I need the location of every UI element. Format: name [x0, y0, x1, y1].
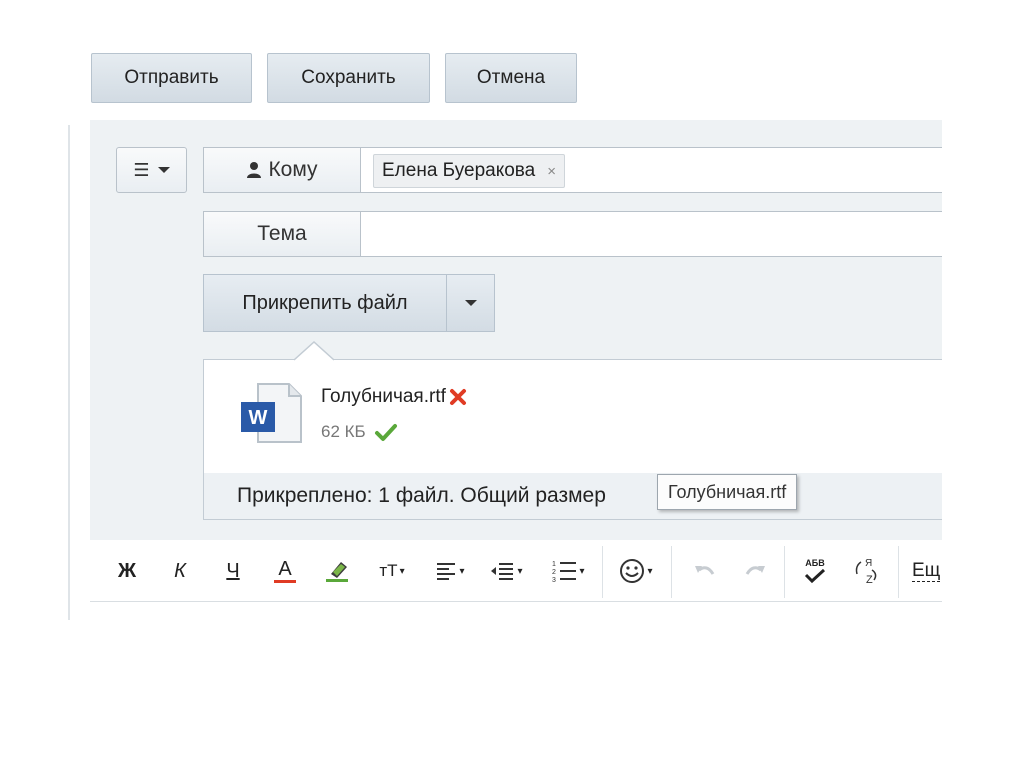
check-icon — [804, 568, 826, 584]
chevron-down-icon: ▾ — [517, 565, 523, 577]
attachments-summary-text: Прикреплено: 1 файл. Общий размер — [237, 484, 606, 507]
chevron-down-icon: ▾ — [647, 565, 653, 577]
svg-text:W: W — [249, 407, 268, 429]
toolbar-separator — [898, 546, 899, 598]
chevron-down-icon: ▾ — [579, 565, 585, 577]
left-border-line — [68, 125, 70, 620]
chevron-down-icon: ▾ — [399, 565, 405, 577]
file-name-text: Голубничая.rtf — [321, 386, 446, 407]
chevron-down-icon — [464, 300, 477, 306]
redo-button[interactable] — [738, 540, 772, 602]
more-label: Ещ — [912, 559, 941, 582]
cancel-button[interactable]: Отмена — [445, 53, 577, 103]
redo-icon — [745, 566, 765, 575]
delete-file-icon[interactable] — [448, 387, 468, 407]
chevron-down-icon — [157, 167, 170, 173]
svg-text:2: 2 — [552, 569, 556, 576]
fields-menu-button[interactable]: ☰ — [116, 147, 187, 193]
recipient-name: Елена Буеракова — [382, 160, 536, 181]
toolbar-separator — [784, 546, 785, 598]
underline-label: Ч — [226, 559, 240, 582]
numbered-list-icon: 123 — [552, 561, 577, 583]
list-button[interactable]: 123 ▾ — [546, 540, 590, 602]
underline-button[interactable]: Ч — [218, 540, 248, 602]
highlighter-icon — [326, 562, 348, 582]
spellcheck-button[interactable]: АБВ — [792, 540, 838, 602]
file-size-text: 62 КБ — [321, 422, 366, 441]
send-button[interactable]: Отправить — [91, 53, 252, 103]
user-icon — [247, 162, 262, 178]
chevron-down-icon: ▾ — [459, 565, 465, 577]
font-color-button[interactable]: А — [268, 540, 302, 602]
transliterate-icon: Я Z — [855, 558, 877, 586]
svg-text:3: 3 — [552, 577, 556, 583]
recipient-chip: Елена Буеракова × — [373, 154, 566, 188]
indent-icon — [491, 563, 514, 580]
remove-recipient-icon[interactable]: × — [547, 163, 556, 180]
check-icon — [374, 424, 397, 441]
italic-button[interactable]: К — [165, 540, 195, 602]
toolbar-separator — [671, 546, 672, 598]
file-tooltip: Голубничая.rtf — [657, 474, 798, 510]
align-left-icon — [437, 563, 456, 580]
to-button[interactable]: Кому — [203, 147, 361, 193]
file-name: Голубничая.rtf — [321, 386, 468, 408]
highlight-button[interactable] — [320, 540, 354, 602]
italic-label: К — [174, 559, 186, 582]
file-size: 62 КБ — [321, 422, 398, 442]
svg-text:Я: Я — [865, 558, 872, 569]
tooltip-text: Голубничая.rtf — [668, 481, 787, 502]
popover-arrow — [294, 341, 334, 361]
bold-label: Ж — [117, 559, 137, 582]
undo-icon — [695, 566, 715, 575]
subject-input[interactable] — [360, 211, 942, 257]
font-size-label: тТ — [379, 561, 398, 580]
svg-text:1: 1 — [552, 561, 556, 568]
recipients-field[interactable]: Елена Буеракова × — [360, 147, 942, 193]
to-label: Кому — [268, 158, 318, 181]
emoji-button[interactable]: ▾ — [612, 540, 660, 602]
subject-label-text: Тема — [257, 222, 307, 245]
attach-dropdown-button[interactable] — [446, 274, 495, 332]
smiley-icon — [620, 559, 645, 583]
align-button[interactable]: ▾ — [430, 540, 470, 602]
menu-icon: ☰ — [133, 159, 150, 180]
attachments-summary: Прикреплено: 1 файл. Общий размер — [204, 473, 942, 519]
word-file-icon: W — [241, 383, 302, 443]
font-color-label: А — [278, 558, 292, 580]
bold-button[interactable]: Ж — [112, 540, 142, 602]
transliterate-button[interactable]: Я Z — [846, 540, 886, 602]
attachments-box: W Голубничая.rtf 62 КБ Прикреплено: 1 фа… — [203, 359, 942, 520]
save-button[interactable]: Сохранить — [267, 53, 430, 103]
attach-file-button[interactable]: Прикрепить файл — [203, 274, 447, 332]
spellcheck-label: АБВ — [805, 558, 825, 568]
toolbar-separator — [602, 546, 603, 598]
font-size-button[interactable]: тТ ▾ — [372, 540, 412, 602]
undo-button[interactable] — [688, 540, 722, 602]
svg-text:Z: Z — [866, 574, 873, 586]
indent-button[interactable]: ▾ — [485, 540, 527, 602]
font-color-swatch — [274, 580, 296, 583]
editor-toolbar: Ж К Ч А тТ ▾ ▾ ▾ 123 ▾ ▾ АБВ Я Z Ещ — [90, 540, 942, 602]
more-button[interactable]: Ещ — [912, 540, 942, 602]
subject-label: Тема — [203, 211, 361, 257]
